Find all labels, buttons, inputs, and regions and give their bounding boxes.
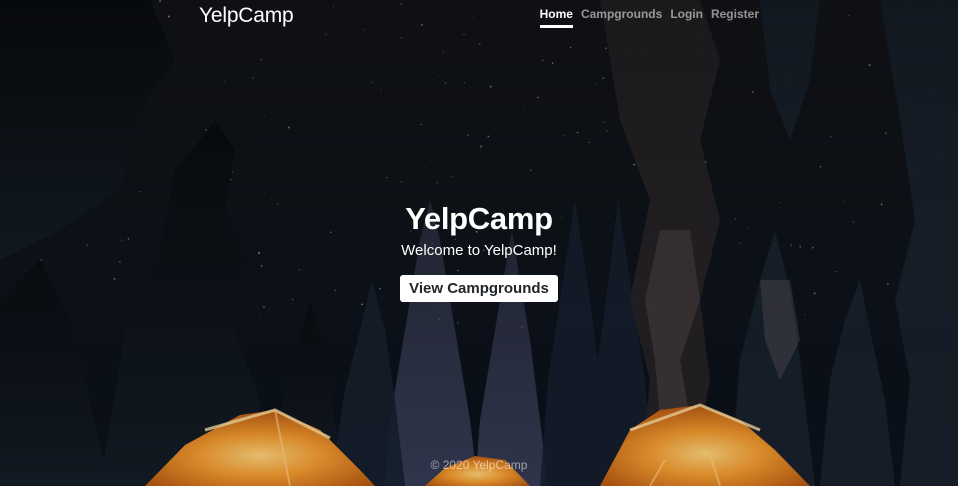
- nav-links: Home Campgrounds Login Register: [539, 7, 759, 28]
- nav-link-home[interactable]: Home: [539, 7, 573, 28]
- navbar: YelpCamp Home Campgrounds Login Register: [0, 0, 958, 28]
- footer: © 2020 YelpCamp: [0, 458, 958, 472]
- welcome-text: Welcome to YelpCamp!: [401, 242, 557, 260]
- nav-link-campgrounds[interactable]: Campgrounds: [581, 7, 662, 28]
- page-title: YelpCamp: [405, 201, 553, 236]
- cover-section: YelpCamp Welcome to YelpCamp! View Campg…: [0, 200, 958, 302]
- nav-link-login[interactable]: Login: [670, 7, 703, 28]
- hero-background: YelpCamp Home Campgrounds Login Register…: [0, 0, 958, 486]
- nav-link-register[interactable]: Register: [711, 7, 759, 28]
- view-campgrounds-button[interactable]: View Campgrounds: [400, 274, 558, 302]
- footer-copyright: © 2020 YelpCamp: [430, 458, 528, 472]
- brand-logo[interactable]: YelpCamp: [199, 4, 294, 28]
